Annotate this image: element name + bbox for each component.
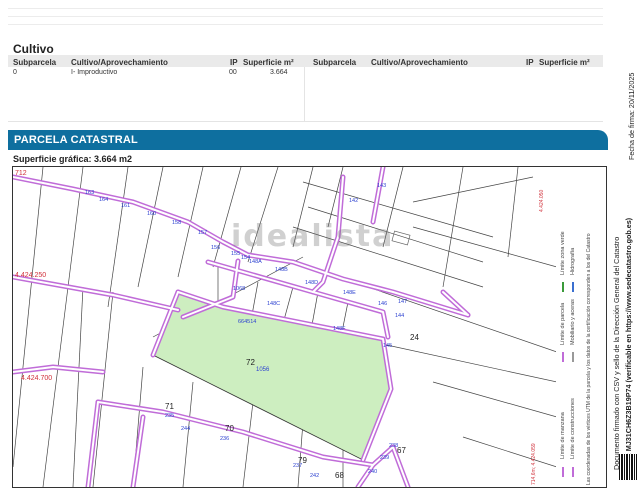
boundary-label: 148D: [305, 280, 318, 286]
boundary-label: 157: [198, 230, 207, 236]
boundary-label: 240: [368, 469, 377, 475]
boundary-label: 143: [377, 183, 386, 189]
boundary-label: 1068: [233, 286, 245, 292]
superficie-grafica: Superficie gráfica: 3.664 m2: [13, 154, 133, 164]
parcel-label: 72: [246, 358, 255, 367]
boundary-label: 237: [293, 463, 302, 469]
column-header-superficie: Superficie m²: [243, 58, 294, 67]
divider: [8, 24, 603, 25]
coord-label-right: 4.424.050: [539, 190, 545, 212]
boundary-label: 664514: [238, 319, 256, 325]
boundary-label: 236: [220, 436, 229, 442]
signature-date: Fecha de firma: 20/11/2025: [627, 72, 636, 160]
legend-swatch: [562, 467, 564, 477]
legend-swatch: [572, 282, 574, 292]
top-header-band: [0, 0, 605, 32]
divider: [8, 8, 603, 9]
boundary-label: 242: [310, 473, 319, 479]
divider: [8, 121, 603, 122]
section-banner-parcela: PARCELA CATASTRAL: [8, 130, 608, 150]
boundary-label: 164: [99, 197, 108, 203]
boundary-label: 158: [172, 220, 181, 226]
boundary-label: 147: [398, 299, 407, 305]
parcel-label: 67: [397, 446, 406, 455]
legend-item: Límite zona verde: [560, 231, 566, 275]
boundary-label: 144: [395, 313, 404, 319]
barcode: [619, 454, 637, 480]
legend-swatch: [562, 282, 564, 292]
legend-item: Límite de construcciones: [570, 398, 576, 459]
cell-cultivo: I- Improductivo: [71, 69, 118, 76]
legend-item: Hidrografía: [570, 247, 576, 275]
legend-item: Mobiliario y aceras: [570, 299, 576, 345]
legend-note: Las coordenadas de los vértices UTM de l…: [586, 233, 592, 485]
map-footer-coord: 714,6m; 4.424.059: [531, 443, 537, 485]
boundary-label: 163: [85, 190, 94, 196]
cell-superficie: 3.664: [270, 69, 288, 76]
boundary-label: 156: [211, 245, 220, 251]
legend-item: Límite de manzana: [560, 412, 566, 459]
column-header-ip: IP: [230, 58, 238, 67]
boundary-label: 148E: [343, 290, 356, 296]
boundary-label: 148B: [275, 267, 288, 273]
column-header-cultivo: Cultivo/Aprovechamiento: [71, 58, 168, 67]
legend-item: Límite de parcela: [560, 302, 566, 345]
legend-swatch: [572, 352, 574, 362]
divider: [304, 67, 305, 122]
cell-subparcela: 0: [13, 69, 17, 76]
boundary-label: 145: [383, 343, 392, 349]
boundary-label: 238: [389, 443, 398, 449]
boundary-label: 142: [349, 198, 358, 204]
boundary-label: 146: [378, 301, 387, 307]
section-title-cultivo: Cultivo: [13, 42, 54, 56]
column-header-superficie-2: Superficie m²: [539, 58, 590, 67]
column-header-ip-2: IP: [526, 58, 534, 67]
column-header-subparcela: Subparcela: [13, 58, 57, 67]
parcel-label: 1056: [256, 367, 270, 373]
boundary-label: 160: [147, 211, 156, 217]
banner-title: PARCELA CATASTRAL: [14, 134, 138, 146]
divider: [8, 16, 603, 17]
map-legend: Límite de manzana Límite de construccion…: [556, 166, 607, 488]
boundary-label: 235: [165, 413, 174, 419]
watermark: idealista: [231, 219, 395, 254]
coord-label-low: 4.424.700: [21, 375, 52, 382]
cell-ip: 00: [229, 69, 237, 76]
parcel-label: 70: [225, 424, 234, 433]
coord-label-top: 712: [15, 170, 27, 177]
boundary-label: 148F: [333, 326, 346, 332]
cadastral-map: 712 4.424.250 4.424.700 4.424.050 72 105…: [12, 166, 558, 488]
boundary-label: 239: [380, 455, 389, 461]
boundary-label: 161: [121, 203, 130, 209]
csv-line: CSV: MJ31CH6Z3B19P74 (verificable en htt…: [624, 217, 633, 470]
coord-label-mid: 4.424.250: [15, 272, 46, 279]
column-header-subparcela-2: Subparcela: [313, 58, 357, 67]
signature-sidebar: Documento firmado con CSV y sello de la …: [606, 0, 640, 480]
boundary-label: 148C: [267, 301, 280, 307]
legend-swatch: [562, 352, 564, 362]
signature-line: Documento firmado con CSV y sello de la …: [612, 236, 621, 470]
parcel-label: 24: [410, 333, 419, 342]
map-drawing: 712 4.424.250 4.424.700 4.424.050 72 105…: [13, 167, 557, 487]
boundary-label: 244: [181, 426, 190, 432]
parcel-label: 71: [165, 402, 174, 411]
boundary-label: 148A: [249, 259, 262, 265]
legend-swatch: [572, 467, 574, 477]
column-header-cultivo-2: Cultivo/Aprovechamiento: [371, 58, 468, 67]
parcel-label: 68: [335, 471, 344, 480]
